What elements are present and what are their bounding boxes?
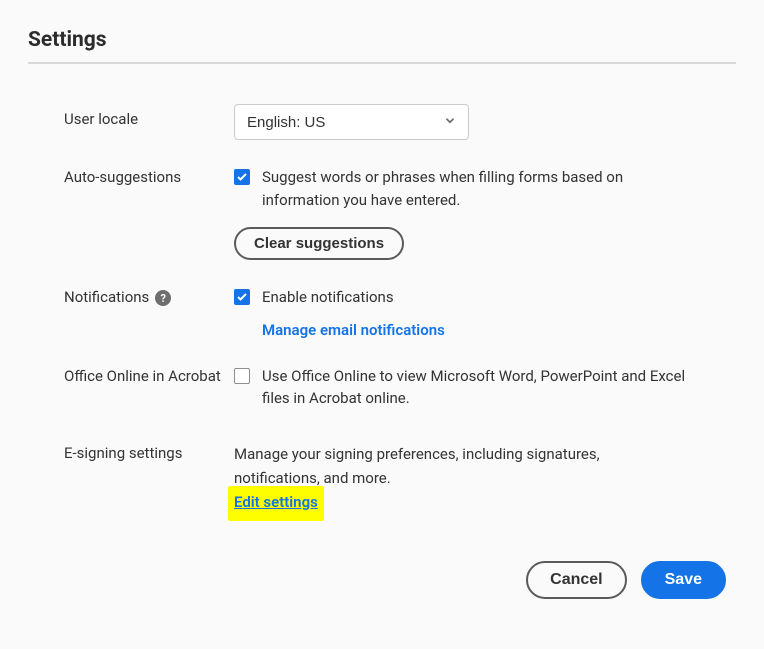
save-button[interactable]: Save (641, 561, 726, 599)
footer: Cancel Save (28, 561, 736, 599)
manage-email-notifications-link[interactable]: Manage email notifications (262, 321, 445, 339)
esigning-description: Manage your signing preferences, includi… (234, 442, 674, 490)
help-icon[interactable]: ? (155, 290, 171, 306)
cancel-button[interactable]: Cancel (526, 561, 626, 599)
office-online-text: Use Office Online to view Microsoft Word… (262, 365, 702, 410)
label-notifications: Notifications ? (64, 286, 234, 306)
label-user-locale: User locale (64, 104, 234, 128)
clear-suggestions-button[interactable]: Clear suggestions (234, 227, 404, 260)
locale-select[interactable]: English: US (234, 104, 469, 140)
row-user-locale: User locale English: US (64, 104, 716, 140)
locale-select-value: English: US (247, 114, 325, 131)
notifications-checkbox[interactable] (234, 289, 250, 305)
edit-settings-link[interactable]: Edit settings (234, 493, 318, 511)
row-esigning: E-signing settings Manage your signing p… (64, 442, 716, 511)
label-auto-suggestions: Auto-suggestions (64, 166, 234, 186)
label-office-online: Office Online in Acrobat (64, 365, 234, 385)
notifications-text: Enable notifications (262, 286, 394, 309)
page-title: Settings (28, 28, 736, 52)
auto-suggestions-checkbox[interactable] (234, 169, 250, 185)
office-online-checkbox[interactable] (234, 368, 250, 384)
label-esigning: E-signing settings (64, 442, 234, 462)
auto-suggestions-text: Suggest words or phrases when filling fo… (262, 166, 702, 211)
divider (28, 62, 736, 64)
row-office-online: Office Online in Acrobat Use Office Onli… (64, 365, 716, 416)
row-notifications: Notifications ? Enable notifications Man… (64, 286, 716, 339)
row-auto-suggestions: Auto-suggestions Suggest words or phrase… (64, 166, 716, 260)
